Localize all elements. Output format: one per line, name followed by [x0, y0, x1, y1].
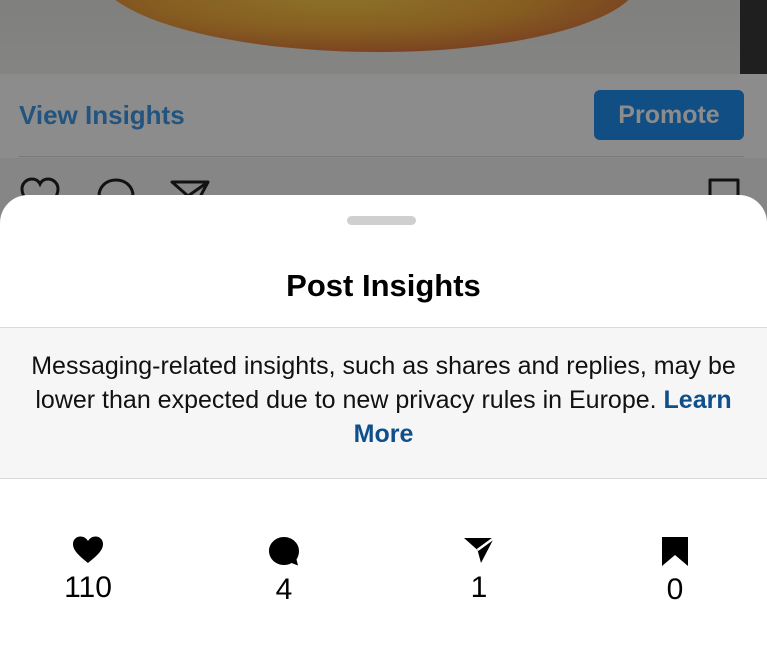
saves-count: 0	[666, 573, 684, 606]
share-icon	[464, 536, 495, 563]
likes-count: 110	[64, 571, 112, 604]
heart-icon	[73, 536, 103, 563]
bookmark-icon	[662, 537, 688, 566]
shares-count: 1	[470, 571, 488, 604]
stat-comments: 4	[224, 535, 344, 607]
stat-saves: 0	[615, 535, 735, 607]
privacy-notice: Messaging-related insights, such as shar…	[0, 327, 767, 479]
stat-likes: 110	[28, 535, 148, 605]
comments-count: 4	[275, 573, 293, 606]
sheet-title: Post Insights	[286, 268, 481, 303]
post-insights-sheet: Post Insights Messaging-related insights…	[0, 195, 767, 654]
sheet-grabber[interactable]	[347, 216, 416, 225]
notice-text-block: Messaging-related insights, such as shar…	[30, 349, 737, 451]
notice-text: Messaging-related insights, such as shar…	[31, 352, 736, 414]
comment-icon	[269, 537, 299, 566]
stat-shares: 1	[419, 535, 539, 605]
